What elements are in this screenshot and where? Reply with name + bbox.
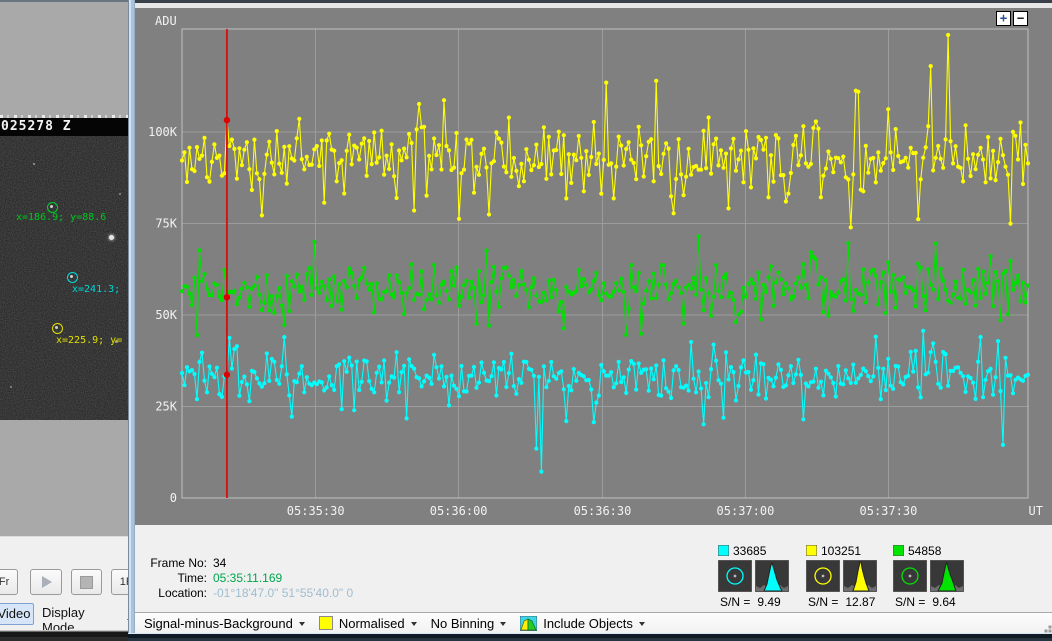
svg-text:UT: UT: [1029, 504, 1043, 518]
include-objects-dropdown[interactable]: Include Objects: [520, 616, 645, 631]
svg-text:0: 0: [170, 491, 177, 505]
target-image-thumb[interactable]: [718, 560, 752, 592]
star: [10, 386, 12, 388]
sn-label: S/N =: [895, 595, 925, 609]
cursor-point: [224, 372, 230, 378]
svg-text:05:36:30: 05:36:30: [574, 504, 632, 518]
reduction-mode-label: Signal-minus-Background: [144, 616, 293, 631]
play-button[interactable]: [30, 569, 62, 595]
object-label-cyan: x=241.3;: [72, 284, 120, 295]
video-control-panel: 1Fr 1Fr Video Display Mode: [0, 536, 135, 641]
cursor-point: [224, 294, 230, 300]
normalisation-dropdown[interactable]: Normalised: [319, 616, 417, 631]
svg-text:25K: 25K: [155, 400, 177, 414]
target-intensity-value: 54858: [908, 544, 941, 558]
desktop-edge: [0, 631, 135, 641]
video-window: 025278 Z x=186.9; y=88.6 x=241.3; x=225.…: [0, 0, 135, 641]
svg-text:05:37:30: 05:37:30: [860, 504, 918, 518]
sn-value: 9.64: [932, 595, 955, 609]
target-intensity-value: 103251: [821, 544, 861, 558]
include-objects-label: Include Objects: [543, 616, 633, 631]
sn-label: S/N =: [808, 595, 838, 609]
target-color-swatch: [893, 545, 904, 556]
time-value: 05:35:11.169: [213, 571, 282, 585]
binning-label: No Binning: [431, 616, 495, 631]
window-top-edge: [0, 0, 135, 2]
svg-text:100K: 100K: [148, 125, 178, 139]
normalisation-color-icon: [319, 616, 333, 630]
chevron-down-icon: [639, 622, 645, 626]
include-objects-icon: [520, 616, 537, 631]
chevron-down-icon: [500, 622, 506, 626]
star: [33, 163, 35, 165]
video-tab[interactable]: Video: [0, 603, 34, 625]
svg-text:50K: 50K: [155, 308, 177, 322]
target-summary-green: 54858 S/N = 9.64: [893, 544, 973, 609]
location-label: Location:: [145, 586, 207, 600]
target-image-thumb[interactable]: [893, 560, 927, 592]
zoom-out-button[interactable]: −: [1013, 11, 1028, 26]
target-intensity-value: 33685: [733, 544, 766, 558]
video-frame[interactable]: x=186.9; y=88.6 x=241.3; x=225.9; y=: [0, 136, 135, 420]
sn-label: S/N =: [720, 595, 750, 609]
zoom-in-button[interactable]: +: [996, 11, 1011, 26]
chevron-down-icon: [299, 622, 305, 626]
series-target-green: [180, 234, 1030, 337]
play-icon: [42, 576, 52, 588]
time-label: Time:: [145, 571, 207, 585]
object-label-yellow: x=225.9; y=: [56, 335, 122, 346]
target-psf-thumb[interactable]: [843, 560, 877, 592]
reduction-toolbar: Signal-minus-Background Normalised No Bi…: [135, 612, 1052, 633]
window-left-border: [128, 0, 135, 641]
stop-button[interactable]: [71, 569, 102, 595]
sn-value: 12.87: [845, 595, 875, 609]
star: [119, 193, 121, 195]
svg-text:05:36:00: 05:36:00: [430, 504, 488, 518]
lightcurve-window: 0 25K 50K 75K 100K 05:35:30 05:36:00 05:36:30 05…: [128, 0, 1052, 641]
object-label-green: x=186.9; y=88.6: [16, 212, 106, 223]
target-summary-cyan: 33685 S/N = 9.49: [718, 544, 798, 609]
target-psf-thumb[interactable]: [930, 560, 964, 592]
stop-icon: [80, 576, 93, 589]
lightcurve-plot[interactable]: 0 25K 50K 75K 100K 05:35:30 05:36:00 05:36:30 05…: [135, 8, 1052, 525]
svg-text:ADU: ADU: [155, 14, 177, 28]
prev-frame-button[interactable]: 1Fr: [0, 569, 18, 595]
series-target-yellow: [180, 33, 1030, 230]
window-bottom-edge: [128, 633, 1052, 641]
frame-no-value: 34: [213, 556, 226, 570]
target-image-thumb[interactable]: [806, 560, 840, 592]
normalisation-label: Normalised: [339, 616, 405, 631]
series-target-cyan: [180, 329, 1030, 474]
chevron-down-icon: [411, 622, 417, 626]
cursor-point: [224, 117, 230, 123]
target-summary-yellow: 103251 S/N = 12.87: [806, 544, 886, 609]
star: [109, 235, 114, 240]
window-top-border: [135, 0, 1052, 8]
vti-timestamp: 025278 Z: [0, 118, 135, 136]
object-center-dot: [50, 205, 53, 208]
resize-grip-icon[interactable]: [1038, 619, 1048, 629]
reduction-mode-dropdown[interactable]: Signal-minus-Background: [144, 616, 305, 631]
screen: 025278 Z x=186.9; y=88.6 x=241.3; x=225.…: [0, 0, 1052, 641]
location-value: -01°18'47.0" 51°55'40.0" 0: [213, 586, 353, 600]
object-center-dot: [55, 326, 58, 329]
binning-dropdown[interactable]: No Binning: [431, 616, 507, 631]
svg-text:75K: 75K: [155, 217, 177, 231]
frame-info-panel: Frame No: 34 Time: 05:35:11.169 Location…: [135, 525, 1052, 612]
target-color-swatch: [718, 545, 729, 556]
sn-value: 9.49: [757, 595, 780, 609]
svg-text:05:35:30: 05:35:30: [287, 504, 345, 518]
svg-text:05:37:00: 05:37:00: [717, 504, 775, 518]
object-center-dot: [70, 275, 73, 278]
target-psf-thumb[interactable]: [755, 560, 789, 592]
frame-no-label: Frame No:: [145, 556, 207, 570]
chart-area: 0 25K 50K 75K 100K 05:35:30 05:36:00 05:36:30 05…: [135, 8, 1052, 525]
target-color-swatch: [806, 545, 817, 556]
